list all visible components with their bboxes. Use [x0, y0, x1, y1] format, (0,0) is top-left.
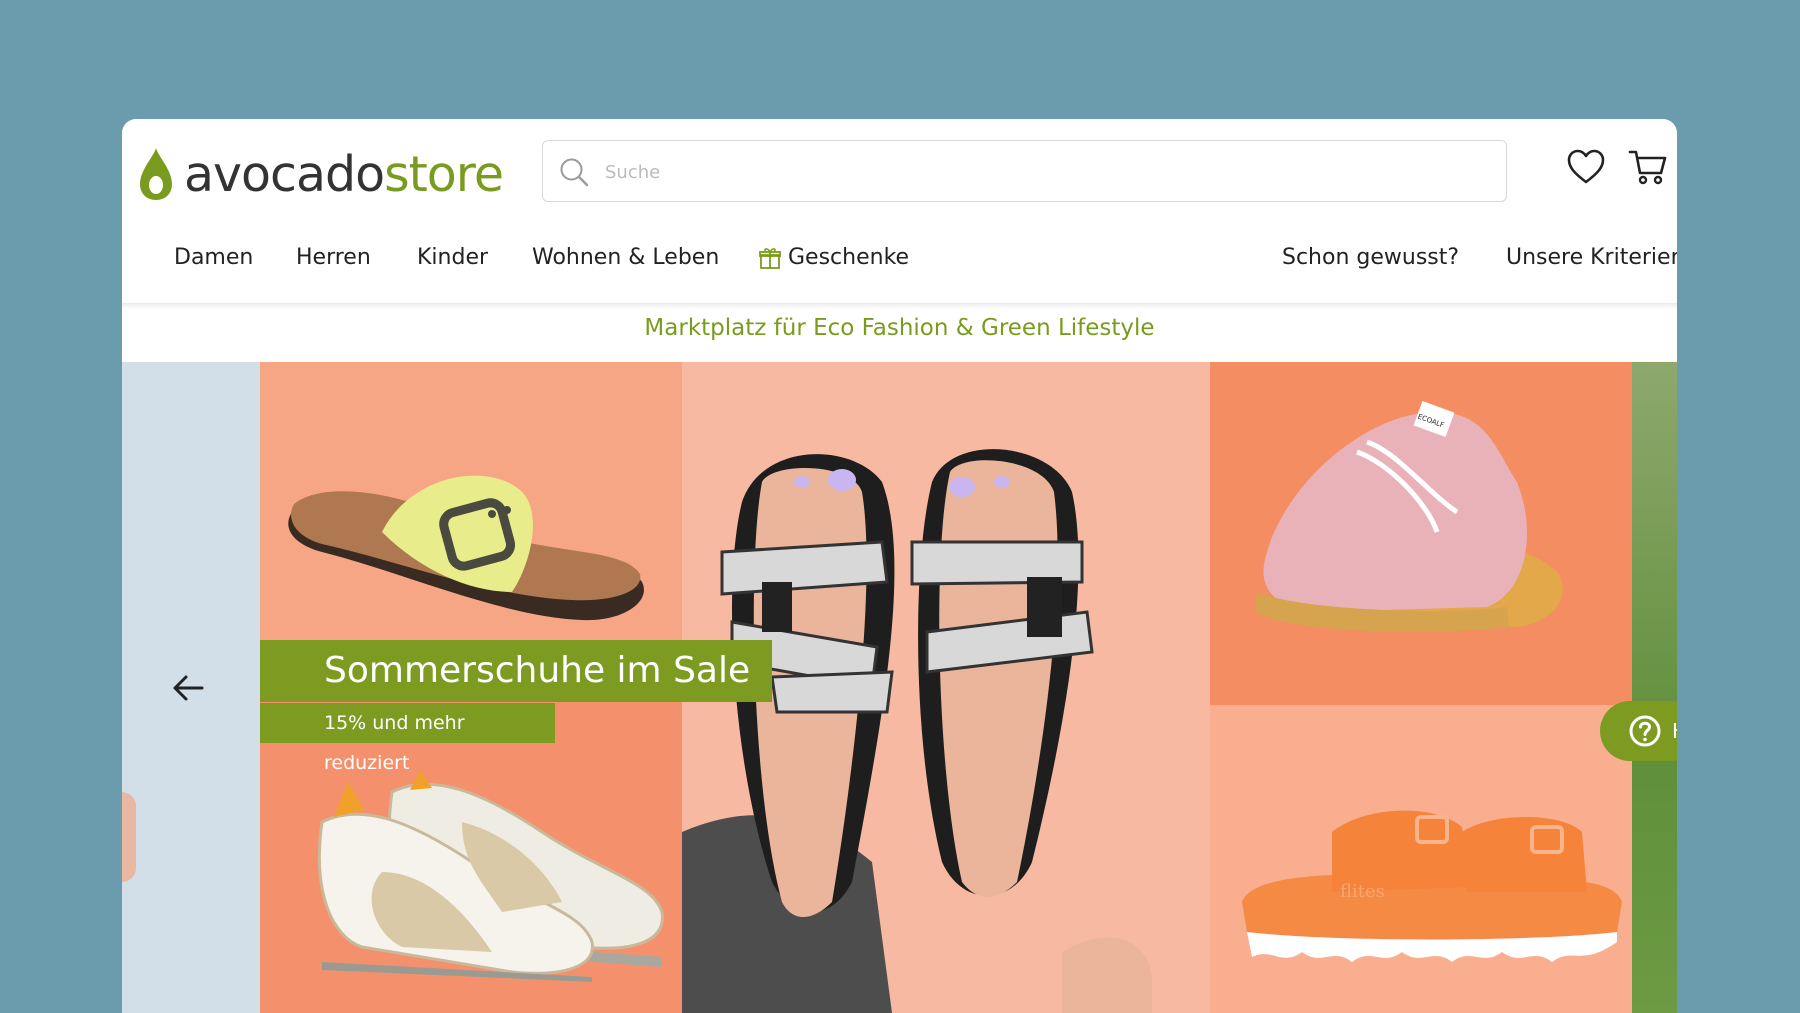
help-icon	[1629, 715, 1661, 747]
brand-part2: store	[384, 145, 504, 203]
cart-icon[interactable]	[1628, 147, 1668, 187]
brand-part1: avocado	[184, 145, 385, 203]
search-input[interactable]	[603, 151, 1487, 193]
nav-item-schon-gewusst[interactable]: Schon gewusst?	[1282, 245, 1459, 270]
orange-sandal-image: flites	[1242, 810, 1622, 962]
sale-banner-title[interactable]: Sommerschuhe im Sale	[260, 640, 772, 702]
heart-icon[interactable]	[1566, 147, 1606, 187]
nav-item-wohnen-leben[interactable]: Wohnen & Leben	[532, 245, 719, 270]
carousel-prev-arrow-icon[interactable]	[172, 674, 204, 702]
white-sneakers-image	[317, 770, 664, 982]
cork-sandal-image	[288, 475, 644, 621]
browser-window: avocadostore Damen Herren Kinder Wohnen …	[122, 119, 1677, 1013]
nav-label-geschenke: Geschenke	[788, 245, 910, 270]
nav-item-kinder[interactable]: Kinder	[417, 245, 488, 270]
pink-sneaker-image: ECOALF	[1255, 400, 1563, 632]
nav-divider	[122, 303, 1677, 309]
nav-item-geschenke[interactable]: Geschenke	[758, 245, 909, 270]
flites-label: flites	[1340, 881, 1385, 902]
nav-item-unsere-kriterien[interactable]: Unsere Kriterien	[1506, 245, 1677, 270]
nav-item-damen[interactable]: Damen	[174, 245, 253, 270]
help-button-label: H	[1672, 719, 1677, 743]
main-navigation: Damen Herren Kinder Wohnen & Leben Gesch…	[122, 231, 1677, 289]
next-slide-peek	[1632, 362, 1677, 1013]
help-button[interactable]: H	[1600, 701, 1677, 761]
avocado-icon	[140, 148, 172, 200]
nav-item-herren[interactable]: Herren	[296, 245, 371, 270]
tagline: Marktplatz für Eco Fashion & Green Lifes…	[644, 315, 1155, 341]
brand-wordmark: avocadostore	[184, 150, 504, 199]
hero-carousel[interactable]: ECOALF flites Sommerschuhe im Sale 15% u…	[122, 362, 1677, 1013]
gift-icon	[759, 247, 781, 269]
avocadostore-logo[interactable]: avocadostore	[138, 145, 504, 203]
sale-banner-subtitle: 15% und mehr reduziert	[260, 703, 555, 774]
search-icon	[560, 158, 589, 187]
search-box[interactable]	[542, 140, 1507, 202]
